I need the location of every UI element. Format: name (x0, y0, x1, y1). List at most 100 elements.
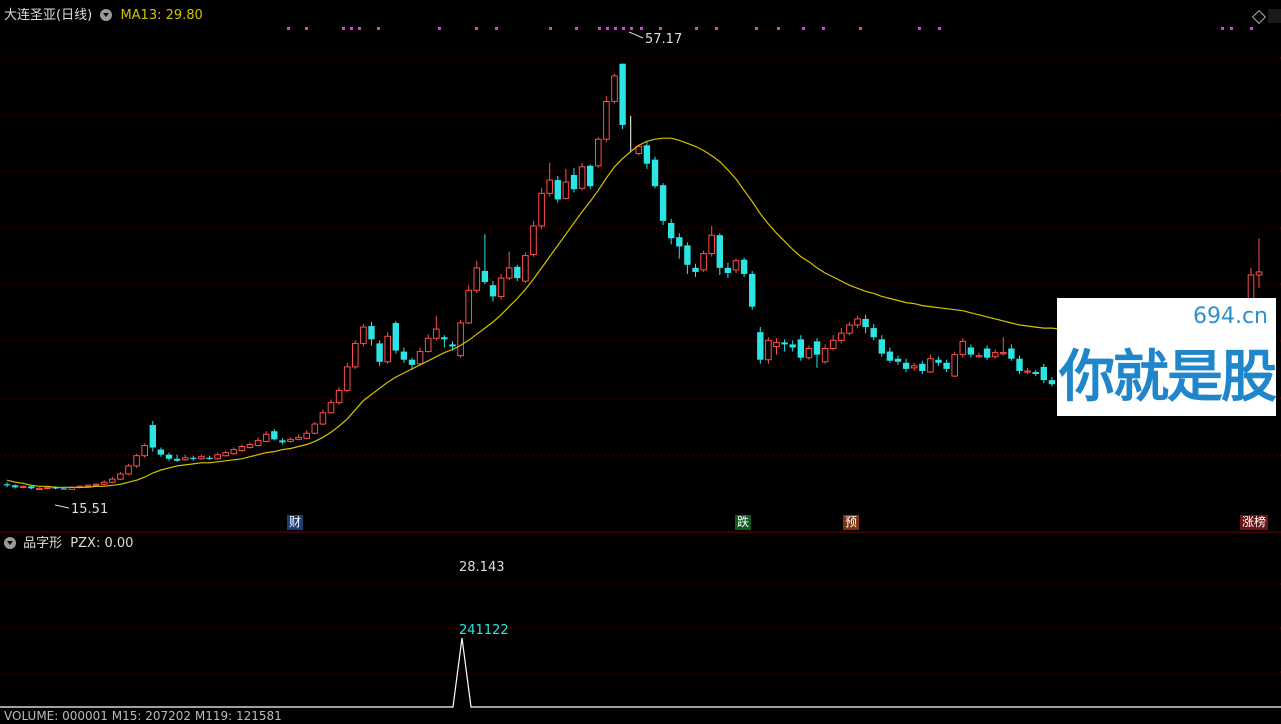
candle-body-up (84, 484, 92, 487)
candle-body-up (254, 439, 262, 446)
signal-dot (777, 27, 780, 30)
candle-body-up (92, 483, 100, 486)
ma13-line (6, 137, 1101, 488)
candle-body-up (611, 75, 618, 102)
candle-body-down (797, 339, 804, 358)
candle-body-down (368, 326, 375, 340)
candle-body-up (287, 438, 294, 442)
candle-body-up (424, 337, 432, 353)
candle-body-down (983, 348, 991, 358)
candle-body-down (676, 237, 683, 247)
candle-body-down (886, 351, 894, 361)
chart-header: 大连圣亚(日线) MA13: 29.80 (4, 8, 203, 24)
chevron-down-icon[interactable] (4, 537, 16, 549)
signal-dots (287, 27, 1253, 30)
marker-yu[interactable]: 预 (843, 515, 860, 530)
candle-body-down (668, 222, 675, 239)
candle-body-up (238, 446, 246, 452)
marker-cai[interactable]: 财 (287, 515, 304, 530)
candle-body-down (716, 235, 723, 268)
candle-body-down (60, 488, 67, 490)
candle-body-up (230, 449, 238, 455)
signal-dot (755, 27, 758, 30)
candle-body-up (603, 100, 610, 140)
signal-dot (822, 27, 825, 30)
candle-body-down (449, 344, 456, 347)
candle-body-up (222, 452, 229, 457)
signal-dot (614, 27, 617, 30)
candle-body-down (651, 159, 659, 187)
candle-body-down (813, 341, 821, 355)
candle-body-up (805, 348, 813, 359)
candlestick-series (3, 63, 1263, 491)
candle-body-up (457, 322, 464, 357)
candle-body-up (141, 444, 148, 457)
signal-dot (575, 27, 578, 30)
candle-body-up (1024, 370, 1031, 373)
candle-body-up (821, 348, 829, 363)
candle-body-down (28, 486, 35, 489)
candle-body-down (789, 344, 796, 348)
candle-body-up (951, 354, 959, 377)
candle-body-up (198, 456, 205, 460)
candle-body-down (659, 185, 667, 221)
candle-body-up (991, 352, 999, 358)
candle-body-down (894, 358, 902, 362)
candle-body-down (554, 180, 561, 200)
candle-body-up (1000, 352, 1007, 355)
candle-body-down (514, 266, 521, 279)
candle-body-up (416, 351, 424, 365)
candle-body-down (943, 362, 950, 369)
candle-body-up (295, 436, 302, 440)
candle-body-down (1040, 366, 1047, 381)
candle-body-down (1016, 358, 1023, 371)
candle-body-down (392, 322, 399, 351)
candle-body-up (465, 289, 472, 324)
candle-body-up (708, 234, 716, 255)
candle-body-down (570, 174, 578, 190)
candle-body-up (700, 253, 707, 271)
ma-value-label: MA13: 29.80 (120, 8, 203, 23)
signal-dot (1221, 27, 1224, 30)
marker-die[interactable]: 跌 (735, 515, 752, 530)
candle-body-down (740, 259, 748, 274)
signal-dot (495, 27, 498, 30)
candle-body-down (587, 165, 594, 187)
signal-dot (859, 27, 862, 30)
signal-dot (438, 27, 441, 30)
candle-body-down (1032, 371, 1039, 375)
candle-body-up (846, 324, 853, 334)
marker-zhangbang[interactable]: 涨榜 (1240, 515, 1269, 530)
candle-body-up (578, 166, 586, 189)
candle-body-up (125, 465, 132, 475)
signal-dot (622, 27, 625, 30)
signal-dot (1250, 27, 1253, 30)
candle-body-up (538, 192, 545, 227)
signal-dot (475, 27, 478, 30)
indicator-value: PZX: 0.00 (70, 536, 134, 551)
candle-body-up (975, 355, 983, 358)
candle-body-up (530, 225, 537, 256)
scroll-handle[interactable] (1268, 9, 1281, 23)
signal-dot (606, 27, 609, 30)
candle-body-up (327, 402, 335, 414)
candle-body-up (100, 481, 108, 485)
candle-body-up (522, 255, 529, 282)
candle-body-down (206, 457, 213, 459)
chevron-down-icon[interactable] (100, 9, 113, 21)
candle-body-down (967, 347, 975, 355)
signal-dot (598, 27, 601, 30)
candle-body-up (546, 179, 554, 194)
candle-body-down (441, 337, 448, 340)
signal-dot (350, 27, 353, 30)
candle-body-up (773, 341, 780, 347)
indicator-name: 品字形 (23, 536, 63, 551)
candle-body-up (433, 328, 440, 339)
candle-body-down (1048, 380, 1056, 385)
candle-body-up (384, 335, 391, 363)
candle-body-up (595, 138, 602, 167)
candle-body-down (757, 332, 764, 360)
candle-body-down (481, 270, 489, 283)
candle-body-up (214, 454, 221, 460)
candle-body-up (311, 423, 319, 434)
